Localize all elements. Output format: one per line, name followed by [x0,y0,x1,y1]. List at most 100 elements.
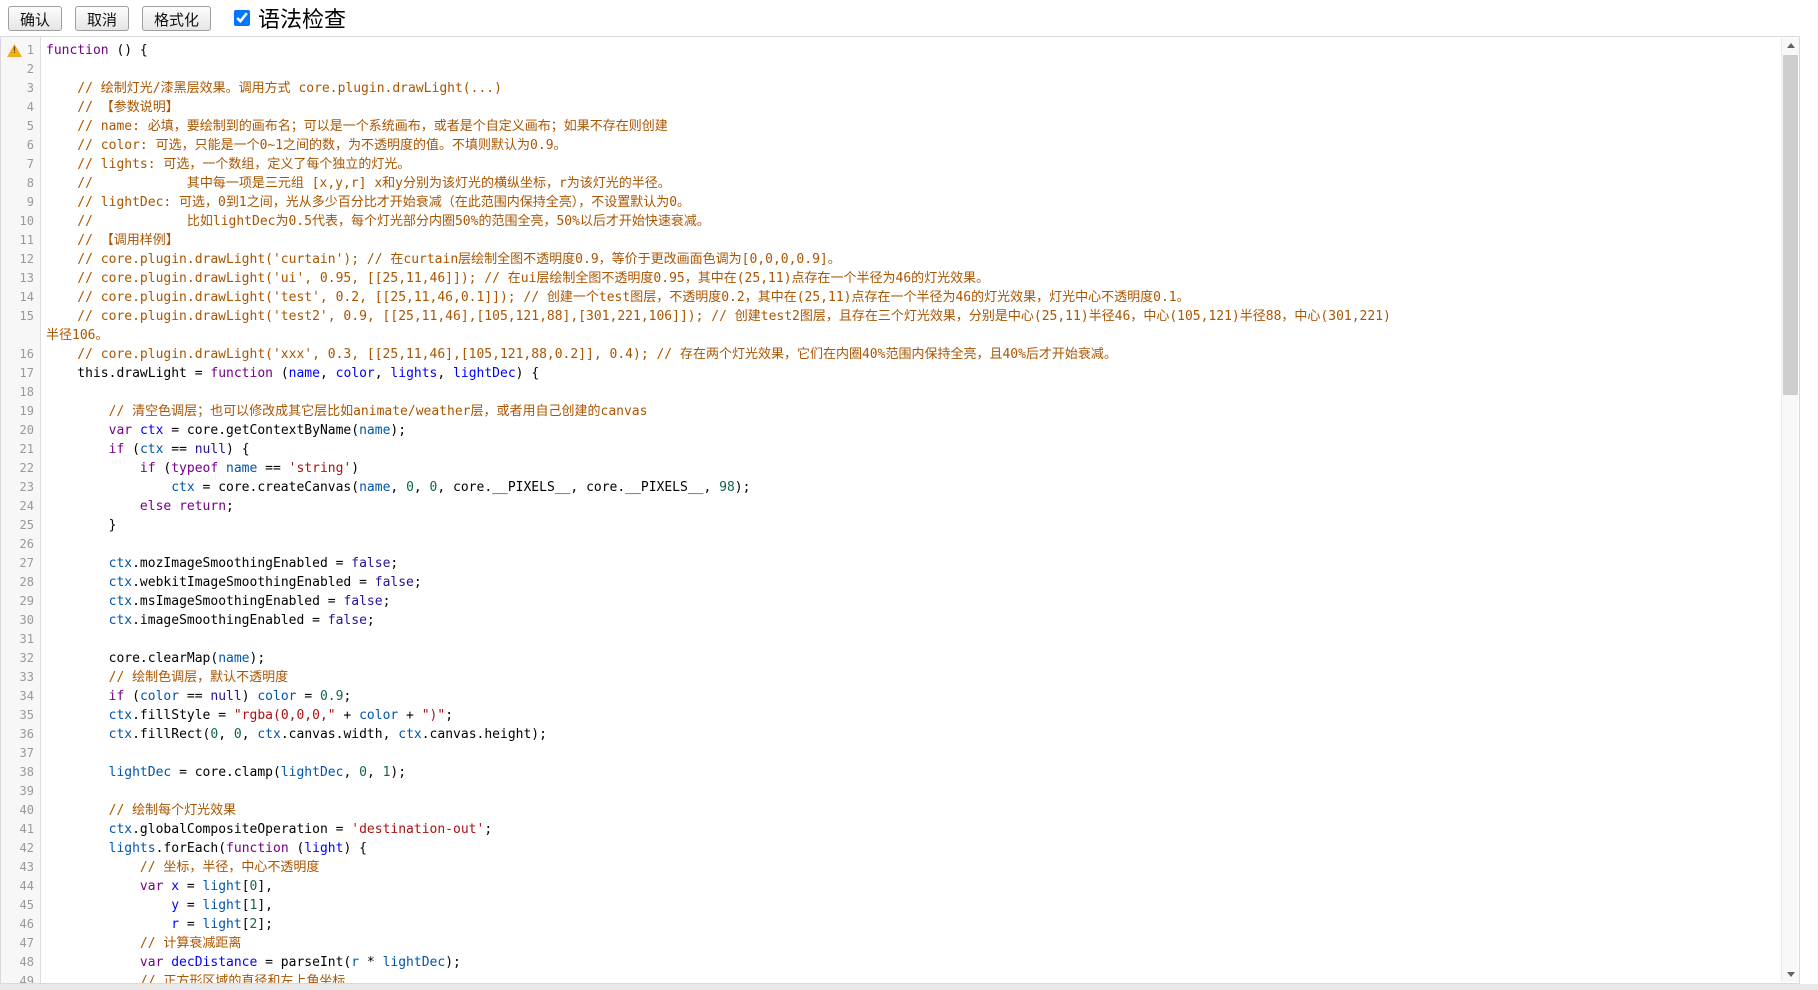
code-line-text: ctx.fillStyle = "rgba(0,0,0," + color + … [41,706,453,725]
code-line-text: // lights: 可选，一个数组，定义了每个独立的灯光。 [41,155,410,174]
code-line: 44 var x = light[0], [1,877,1782,896]
code-line: 30 ctx.imageSmoothingEnabled = false; [1,611,1782,630]
line-number: 47 [20,934,34,953]
line-number: 33 [20,668,34,687]
code-line: 24 else return; [1,497,1782,516]
line-gutter-cell: 25 [1,516,41,535]
line-gutter-cell: 28 [1,573,41,592]
code-line: 26 [1,535,1782,554]
code-line: 49 // 正方形区域的直径和左上角坐标 [1,972,1782,983]
code-line-text [41,744,46,763]
line-number: 23 [20,478,34,497]
line-number: 27 [20,554,34,573]
code-line: 半径106。 [1,326,1782,345]
scrollbar-up-arrow[interactable] [1782,38,1799,53]
code-line-text: // 清空色调层；也可以修改成其它层比如animate/weather层，或者用… [41,402,647,421]
line-number: 11 [20,231,34,250]
code-line: 6 // color: 可选，只能是一个0~1之间的数，为不透明度的值。不填则默… [1,136,1782,155]
line-number: 48 [20,953,34,972]
code-line-text: // core.plugin.drawLight('ui', 0.95, [[2… [41,269,989,288]
code-line-text: lights.forEach(function (light) { [41,839,367,858]
line-gutter-cell [1,326,41,345]
code-line-text: // 其中每一项是三元组 [x,y,r] x和y分别为该灯光的横纵坐标，r为该灯… [41,174,671,193]
line-gutter-cell: 14 [1,288,41,307]
line-gutter-cell: 23 [1,478,41,497]
line-number: 35 [20,706,34,725]
code-line: 21 if (ctx == null) { [1,440,1782,459]
line-gutter-cell: 21 [1,440,41,459]
line-gutter-cell: 9 [1,193,41,212]
code-line: 31 [1,630,1782,649]
code-line: 2 [1,60,1782,79]
syntax-check-label: 语法检查 [258,2,346,34]
scrollbar[interactable] [1781,38,1798,982]
code-line-text [41,60,46,79]
line-number: 4 [27,98,34,117]
confirm-button[interactable]: 确认 [8,6,62,31]
scrollbar-thumb[interactable] [1783,55,1798,395]
code-line-text: function () { [41,41,148,60]
code-line-text: var ctx = core.getContextByName(name); [41,421,406,440]
line-gutter-cell: 20 [1,421,41,440]
code-line: 13 // core.plugin.drawLight('ui', 0.95, … [1,269,1782,288]
line-number: 32 [20,649,34,668]
code-line: 28 ctx.webkitImageSmoothingEnabled = fal… [1,573,1782,592]
line-gutter-cell: 35 [1,706,41,725]
syntax-check-checkbox[interactable] [234,10,250,26]
line-number: 18 [20,383,34,402]
line-number: 41 [20,820,34,839]
code-line: 7 // lights: 可选，一个数组，定义了每个独立的灯光。 [1,155,1782,174]
scrollbar-down-arrow[interactable] [1782,967,1799,982]
line-number: 6 [27,136,34,155]
code-line-text: // 坐标，半径，中心不透明度 [41,858,319,877]
code-line-text: // name: 必填，要绘制到的画布名；可以是一个系统画布，或者是个自定义画布… [41,117,668,136]
code-line: 22 if (typeof name == 'string') [1,459,1782,478]
code-line: 39 [1,782,1782,801]
line-gutter-cell: 3 [1,79,41,98]
code-line-text: r = light[2]; [41,915,273,934]
code-line-text: // core.plugin.drawLight('xxx', 0.3, [[2… [41,345,1117,364]
code-line-text: core.clearMap(name); [41,649,265,668]
code-line: 19 // 清空色调层；也可以修改成其它层比如animate/weather层，… [1,402,1782,421]
line-number: 39 [20,782,34,801]
line-gutter-cell: 10 [1,212,41,231]
code-line-text [41,383,46,402]
line-number: 20 [20,421,34,440]
line-gutter-cell: 34 [1,687,41,706]
line-number: 7 [27,155,34,174]
format-button[interactable]: 格式化 [142,6,211,31]
code-line-text: if (ctx == null) { [41,440,250,459]
line-gutter-cell: 18 [1,383,41,402]
code-line-text: if (typeof name == 'string') [41,459,359,478]
line-number: 22 [20,459,34,478]
line-gutter-cell: 42 [1,839,41,858]
line-gutter-cell: 37 [1,744,41,763]
code-line: 48 var decDistance = parseInt(r * lightD… [1,953,1782,972]
line-gutter-cell: 4 [1,98,41,117]
line-number: 1 [27,41,34,60]
line-number: 2 [27,60,34,79]
code-lines[interactable]: !1function () {23 // 绘制灯光/漆黑层效果。调用方式 cor… [1,37,1782,983]
code-line-text: else return; [41,497,234,516]
code-line: 40 // 绘制每个灯光效果 [1,801,1782,820]
line-number: 10 [20,212,34,231]
code-line-text: ctx.imageSmoothingEnabled = false; [41,611,375,630]
code-line: 5 // name: 必填，要绘制到的画布名；可以是一个系统画布，或者是个自定义… [1,117,1782,136]
code-line: 8 // 其中每一项是三元组 [x,y,r] x和y分别为该灯光的横纵坐标，r为… [1,174,1782,193]
line-number: 25 [20,516,34,535]
code-editor[interactable]: !1function () {23 // 绘制灯光/漆黑层效果。调用方式 cor… [0,36,1800,984]
line-gutter-cell: 16 [1,345,41,364]
line-number: 26 [20,535,34,554]
code-line-text: ctx.webkitImageSmoothingEnabled = false; [41,573,422,592]
line-gutter-cell: 5 [1,117,41,136]
line-gutter-cell: 11 [1,231,41,250]
code-line: 27 ctx.mozImageSmoothingEnabled = false; [1,554,1782,573]
code-line: 18 [1,383,1782,402]
cancel-button[interactable]: 取消 [75,6,129,31]
line-number: 13 [20,269,34,288]
code-line: 32 core.clearMap(name); [1,649,1782,668]
line-gutter-cell: 17 [1,364,41,383]
code-line: 9 // lightDec: 可选，0到1之间，光从多少百分比才开始衰减（在此范… [1,193,1782,212]
code-line-text: // 计算衰减距离 [41,934,241,953]
code-line: 41 ctx.globalCompositeOperation = 'desti… [1,820,1782,839]
